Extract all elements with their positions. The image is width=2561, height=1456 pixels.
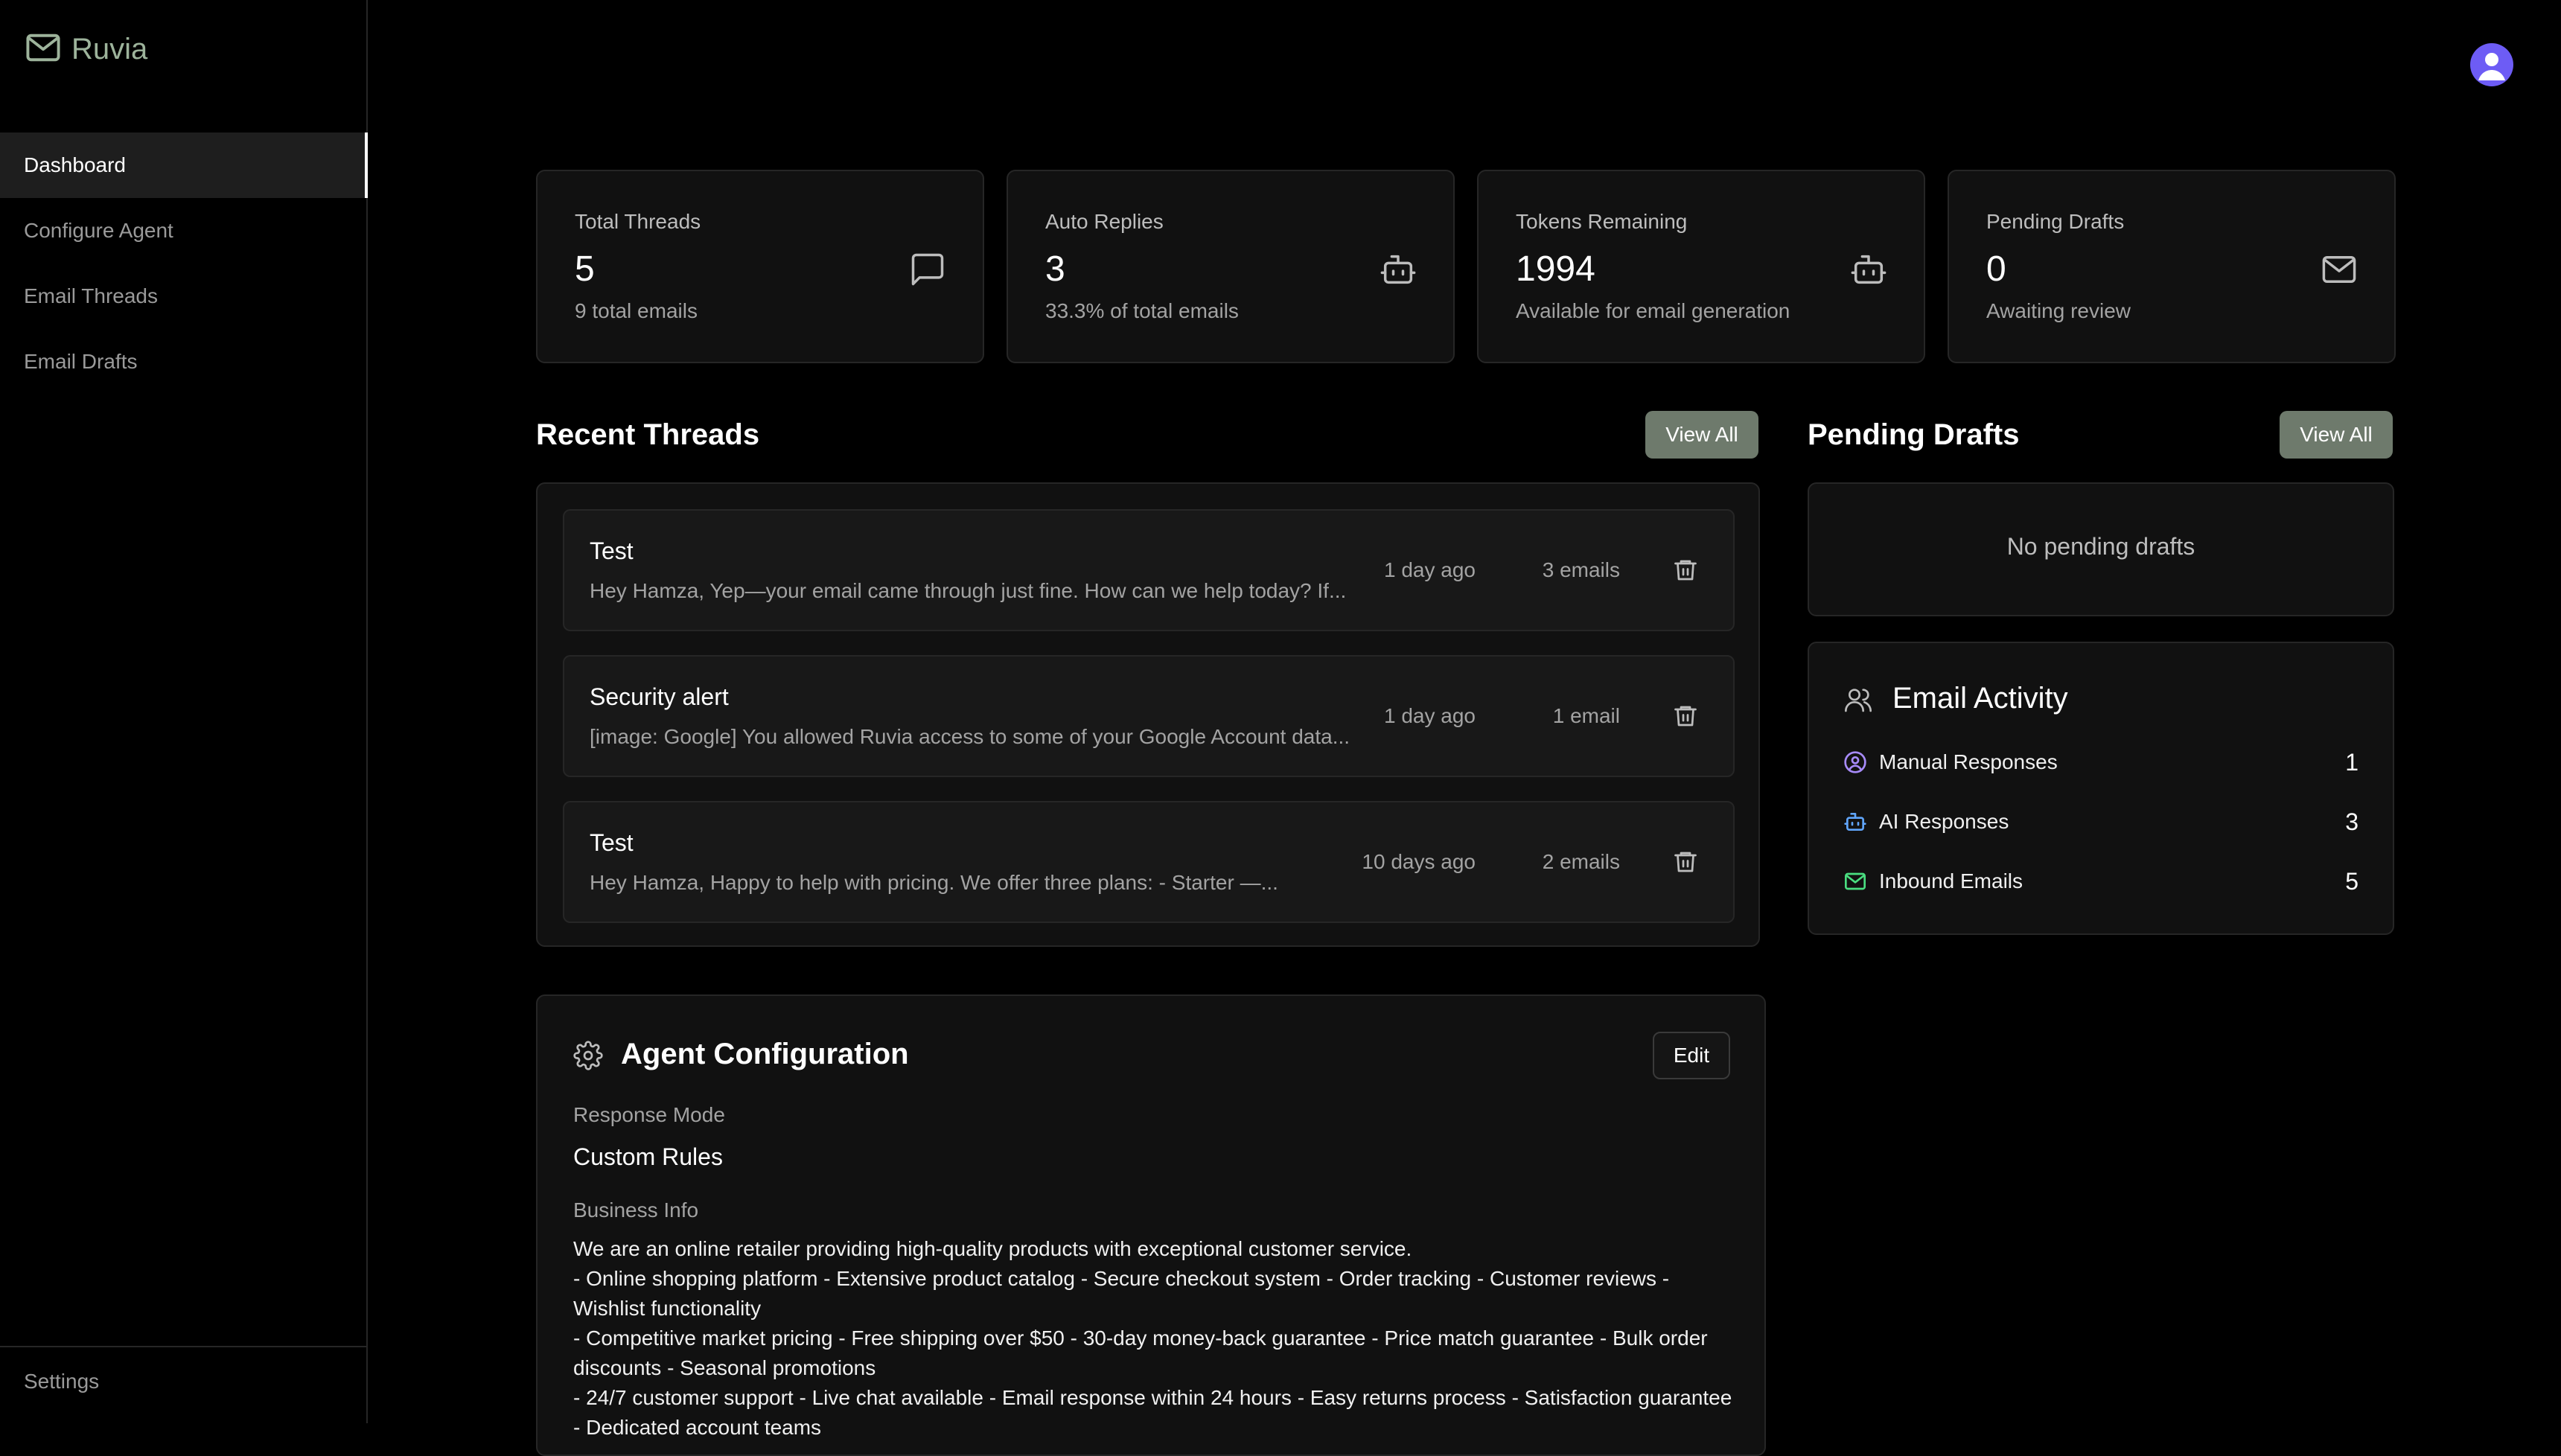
response-mode-value: Custom Rules — [573, 1143, 723, 1170]
activity-value: 5 — [2345, 868, 2359, 895]
thread-subject: Test — [590, 537, 634, 564]
business-info-text: We are an online retailer providing high… — [573, 1234, 1735, 1443]
sidebar-item-email-threads[interactable]: Email Threads — [0, 264, 368, 329]
sidebar-item-dashboard[interactable]: Dashboard — [0, 132, 368, 198]
pending-drafts-title: Pending Drafts — [1808, 418, 2020, 451]
trash-icon[interactable] — [1672, 557, 1699, 584]
stat-card-tokens-remaining: Tokens Remaining 1994 Available for emai… — [1477, 170, 1925, 363]
sidebar-footer: Settings — [0, 1346, 366, 1423]
activity-row-inbound: Inbound Emails 5 — [1843, 866, 2359, 896]
brand-name: Ruvia — [71, 33, 148, 66]
stat-subtitle: Awaiting review — [1986, 299, 2131, 322]
thread-email-count: 1 email — [1552, 704, 1620, 727]
thread-row[interactable]: Test Hey Hamza, Happy to help with prici… — [563, 801, 1735, 923]
stat-subtitle: 33.3% of total emails — [1045, 299, 1239, 322]
avatar[interactable] — [2470, 43, 2513, 86]
stat-value: 0 — [1986, 249, 2006, 289]
activity-label: Inbound Emails — [1879, 869, 2023, 893]
empty-state-text: No pending drafts — [2006, 533, 2195, 560]
stat-value: 1994 — [1516, 249, 1595, 289]
sidebar-nav: Dashboard Configure Agent Email Threads … — [0, 132, 368, 395]
view-all-drafts-button[interactable]: View All — [2280, 411, 2393, 459]
stat-card-pending-drafts: Pending Drafts 0 Awaiting review — [1948, 170, 2396, 363]
thread-subject: Security alert — [590, 683, 729, 710]
stat-card-total-threads: Total Threads 5 9 total emails — [536, 170, 984, 363]
stat-title: Auto Replies — [1045, 210, 1164, 233]
view-all-threads-button[interactable]: View All — [1645, 411, 1758, 459]
bot-icon — [1843, 810, 1867, 834]
stat-value: 5 — [575, 249, 595, 289]
users-icon — [1843, 685, 1873, 715]
business-info-line: - Competitive market pricing - Free ship… — [573, 1326, 1708, 1379]
agent-configuration-title: Agent Configuration — [621, 1038, 909, 1070]
stat-subtitle: 9 total emails — [575, 299, 698, 322]
gear-icon — [573, 1041, 603, 1070]
sidebar-item-settings[interactable]: Settings — [24, 1370, 99, 1393]
activity-value: 1 — [2345, 749, 2359, 776]
activity-value: 3 — [2345, 808, 2359, 835]
recent-threads-title: Recent Threads — [536, 418, 760, 451]
thread-row[interactable]: Security alert [image: Google] You allow… — [563, 655, 1735, 777]
thread-row[interactable]: Test Hey Hamza, Yep—your email came thro… — [563, 509, 1735, 631]
mail-logo-icon — [24, 28, 63, 71]
response-mode-label: Response Mode — [573, 1103, 725, 1126]
user-avatar-icon — [2478, 53, 2505, 80]
message-square-icon — [908, 250, 947, 289]
business-info-line: We are an online retailer providing high… — [573, 1237, 1412, 1260]
sidebar-item-email-drafts[interactable]: Email Drafts — [0, 329, 368, 395]
business-info-line: - 24/7 customer support - Live chat avai… — [573, 1386, 1732, 1439]
activity-row-manual: Manual Responses 1 — [1843, 747, 2359, 777]
email-activity-panel: Email Activity Manual Responses 1 AI Res… — [1808, 642, 2394, 935]
stat-value: 3 — [1045, 249, 1065, 289]
activity-label: AI Responses — [1879, 810, 2009, 833]
sidebar: Ruvia Dashboard Configure Agent Email Th… — [0, 0, 368, 1423]
bot-icon — [1849, 250, 1888, 289]
mail-icon — [1843, 869, 1867, 893]
thread-subject: Test — [590, 829, 634, 856]
stat-title: Pending Drafts — [1986, 210, 2125, 233]
activity-row-ai: AI Responses 3 — [1843, 807, 2359, 837]
thread-preview: Hey Hamza, Happy to help with pricing. W… — [590, 871, 1278, 894]
pending-drafts-panel: No pending drafts — [1808, 482, 2394, 616]
thread-email-count: 2 emails — [1542, 850, 1620, 873]
stat-title: Tokens Remaining — [1516, 210, 1688, 233]
sidebar-item-configure-agent[interactable]: Configure Agent — [0, 198, 368, 264]
edit-configuration-button[interactable]: Edit — [1653, 1032, 1730, 1079]
thread-time: 10 days ago — [1362, 850, 1476, 873]
agent-configuration-panel: Agent Configuration Edit Response Mode C… — [536, 994, 1766, 1456]
stat-title: Total Threads — [575, 210, 701, 233]
thread-preview: Hey Hamza, Yep—your email came through j… — [590, 579, 1347, 602]
stat-card-auto-replies: Auto Replies 3 33.3% of total emails — [1007, 170, 1455, 363]
thread-email-count: 3 emails — [1542, 558, 1620, 581]
bot-icon — [1379, 250, 1417, 289]
brand-logo[interactable]: Ruvia — [24, 28, 147, 71]
trash-icon[interactable] — [1672, 849, 1699, 875]
thread-time: 1 day ago — [1384, 704, 1476, 727]
thread-time: 1 day ago — [1384, 558, 1476, 581]
business-info-label: Business Info — [573, 1198, 699, 1222]
mail-icon — [2320, 250, 2359, 289]
trash-icon[interactable] — [1672, 703, 1699, 729]
activity-label: Manual Responses — [1879, 750, 2058, 773]
recent-threads-list: Test Hey Hamza, Yep—your email came thro… — [536, 482, 1760, 947]
stat-subtitle: Available for email generation — [1516, 299, 1790, 322]
email-activity-title: Email Activity — [1892, 682, 2068, 715]
business-info-line: - Online shopping platform - Extensive p… — [573, 1267, 1670, 1320]
thread-preview: [image: Google] You allowed Ruvia access… — [590, 725, 1350, 748]
user-circle-icon — [1843, 750, 1867, 774]
